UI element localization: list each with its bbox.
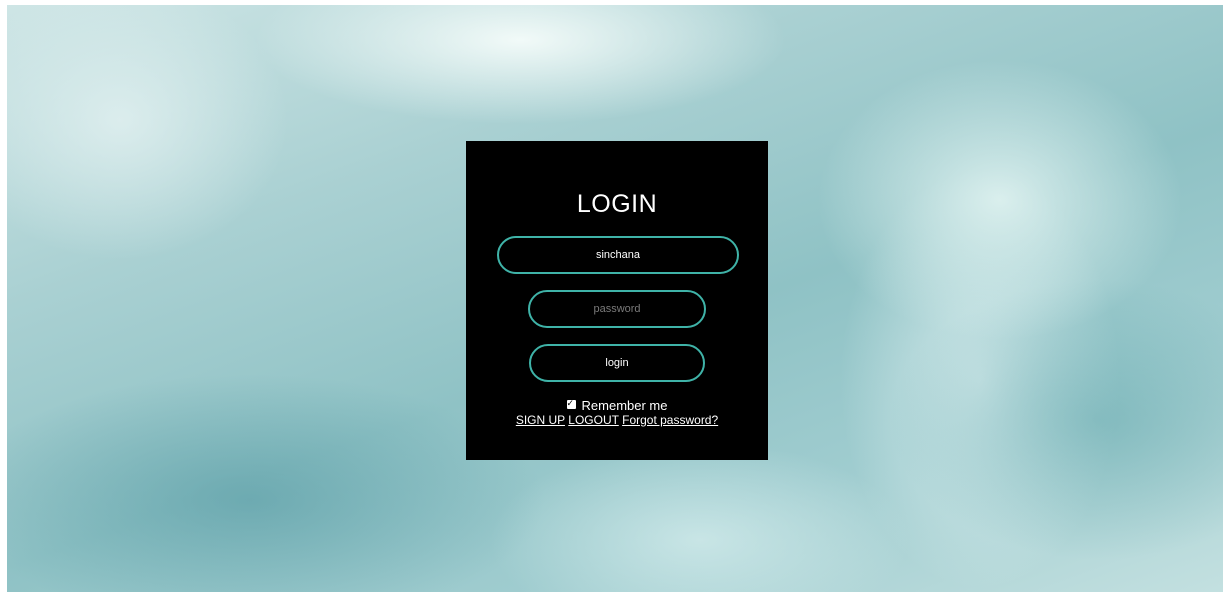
page-left-border (0, 0, 7, 592)
password-input[interactable] (528, 290, 706, 328)
signup-link[interactable]: SIGN UP (516, 413, 565, 427)
forgot-password-link[interactable]: Forgot password? (622, 413, 718, 427)
page-top-border (0, 0, 1223, 5)
login-title: LOGIN (576, 190, 658, 218)
page-background: LOGIN login ✓ Remember me SIGN UP LOGOUT … (0, 0, 1223, 592)
username-input[interactable] (497, 236, 739, 274)
remember-me-label: Remember me (581, 398, 668, 413)
auth-links: SIGN UP LOGOUT Forgot password? (466, 413, 768, 427)
check-icon: ✓ (566, 398, 575, 408)
remember-me-checkbox[interactable]: ✓ (566, 398, 576, 409)
logout-link[interactable]: LOGOUT (568, 413, 618, 427)
login-button[interactable]: login (529, 344, 705, 382)
login-card: LOGIN login ✓ Remember me SIGN UP LOGOUT … (466, 141, 768, 460)
remember-me-row: ✓ Remember me (466, 398, 768, 413)
